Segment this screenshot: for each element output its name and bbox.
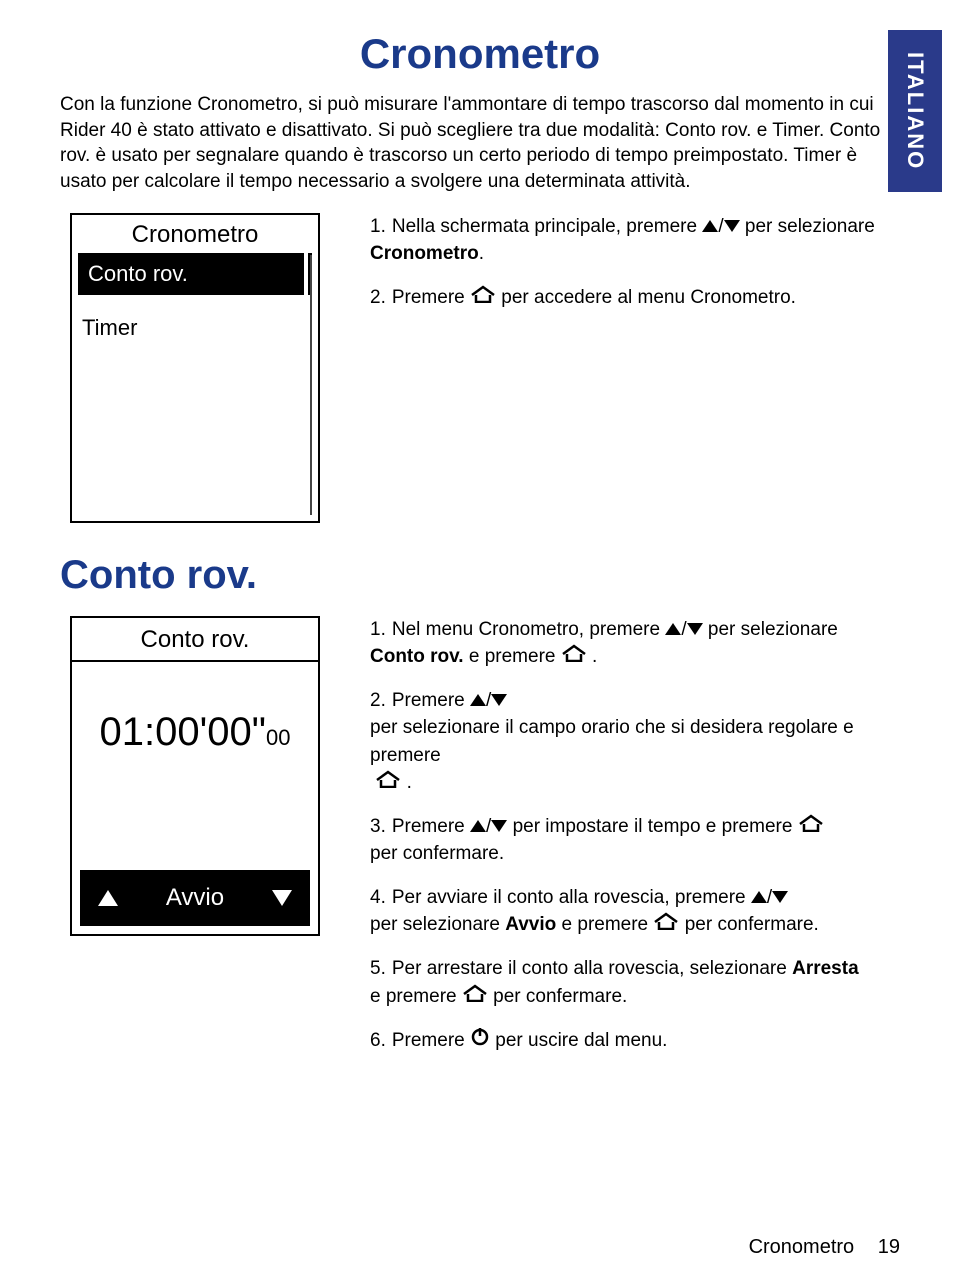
screen1-item-timer: Timer: [72, 295, 318, 349]
step-bold: Conto rov.: [370, 643, 464, 671]
step-text: per selezionare: [708, 616, 838, 644]
step-bold: Cronometro: [370, 240, 479, 268]
step-text: .: [479, 240, 484, 268]
step-text: .: [407, 769, 412, 797]
down-icon: [772, 891, 788, 903]
steps-cronometro: 1. Nella schermata principale, premere /…: [370, 213, 900, 328]
step-2: 2. Premere / per selezionare il campo or…: [370, 687, 900, 797]
step-text: Per avviare il conto alla rovescia, prem…: [392, 884, 746, 912]
up-icon: [470, 694, 486, 706]
up-icon: [751, 891, 767, 903]
step-number: 2.: [370, 284, 386, 312]
step-text: e premere: [469, 643, 556, 671]
step-text: per confermare.: [370, 840, 504, 868]
page-number: 19: [878, 1236, 900, 1258]
screen1-selected-item: Conto rov.: [78, 253, 312, 295]
screen2-header: Conto rov.: [72, 618, 318, 662]
step-text: Per arrestare il conto alla rovescia, se…: [392, 955, 787, 983]
step-5: 5. Per arrestare il conto alla rovescia,…: [370, 955, 900, 1010]
step-text: e premere: [370, 983, 457, 1011]
step-text: Premere: [392, 284, 465, 312]
screen-conto-rov: Conto rov. 01:00'00"00 Avvio: [70, 616, 320, 936]
step-text: per selezionare: [370, 911, 500, 939]
step-text: Premere: [392, 687, 465, 715]
step-number: 1.: [370, 616, 386, 644]
down-icon: [687, 623, 703, 635]
step-text: Nel menu Cronometro, premere: [392, 616, 660, 644]
step-number: 4.: [370, 884, 386, 912]
step-text: Nella schermata principale, premere: [392, 213, 697, 241]
down-icon: [724, 220, 740, 232]
time-sub: 00: [266, 725, 290, 750]
down-icon: [491, 820, 507, 832]
step-bold: Arresta: [792, 955, 859, 983]
home-icon: [653, 911, 679, 939]
step-text: per accedere al menu Cronometro.: [501, 284, 796, 312]
step-text: per confermare.: [493, 983, 627, 1011]
home-icon: [375, 769, 401, 797]
step-number: 3.: [370, 813, 386, 841]
step-number: 6.: [370, 1027, 386, 1055]
step-text: .: [592, 643, 597, 671]
home-icon: [462, 983, 488, 1011]
intro-text: Con la funzione Cronometro, si può misur…: [60, 92, 900, 195]
up-icon: [98, 890, 118, 906]
up-icon: [665, 623, 681, 635]
step-1: 1. Nella schermata principale, premere /…: [370, 213, 900, 268]
step-number: 1.: [370, 213, 386, 241]
up-icon: [470, 820, 486, 832]
step-text: per uscire dal menu.: [495, 1027, 667, 1055]
power-icon: [470, 1026, 490, 1055]
step-1: 1. Nel menu Cronometro, premere / per se…: [370, 616, 900, 671]
screen2-time: 01:00'00"00: [72, 662, 318, 795]
step-number: 2.: [370, 687, 386, 715]
page-title: Cronometro: [60, 30, 900, 78]
up-icon: [702, 220, 718, 232]
scrollbar: [310, 255, 312, 515]
step-bold: Avvio: [505, 911, 556, 939]
steps-conto-rov: 1. Nel menu Cronometro, premere / per se…: [370, 616, 900, 1071]
screen2-bottom-bar: Avvio: [80, 870, 310, 926]
step-text: Premere: [392, 1027, 465, 1055]
step-text: per impostare il tempo e premere: [513, 813, 793, 841]
down-icon: [491, 694, 507, 706]
step-text: e premere: [562, 911, 649, 939]
home-icon: [798, 813, 824, 841]
step-text: Premere: [392, 813, 465, 841]
step-text: per selezionare il campo orario che si d…: [370, 714, 900, 769]
language-tab: ITALIANO: [888, 30, 942, 192]
step-4: 4. Per avviare il conto alla rovescia, p…: [370, 884, 900, 939]
step-3: 3. Premere / per impostare il tempo e pr…: [370, 813, 900, 868]
screen-cronometro-menu: Cronometro Conto rov. Timer: [70, 213, 320, 523]
down-icon: [272, 890, 292, 906]
footer: Cronometro 19: [749, 1236, 900, 1259]
home-icon: [470, 284, 496, 312]
step-6: 6. Premere per uscire dal menu.: [370, 1026, 900, 1055]
footer-label: Cronometro: [749, 1236, 855, 1258]
step-number: 5.: [370, 955, 386, 983]
avvio-label: Avvio: [166, 884, 224, 912]
section-conto-rov: Conto rov.: [60, 553, 900, 598]
step-2: 2. Premere per accedere al menu Cronomet…: [370, 284, 900, 312]
step-text: per selezionare: [745, 213, 875, 241]
home-icon: [561, 643, 587, 671]
step-text: per confermare.: [685, 911, 819, 939]
screen1-header: Cronometro: [72, 215, 318, 253]
time-main: 01:00'00": [100, 710, 266, 754]
